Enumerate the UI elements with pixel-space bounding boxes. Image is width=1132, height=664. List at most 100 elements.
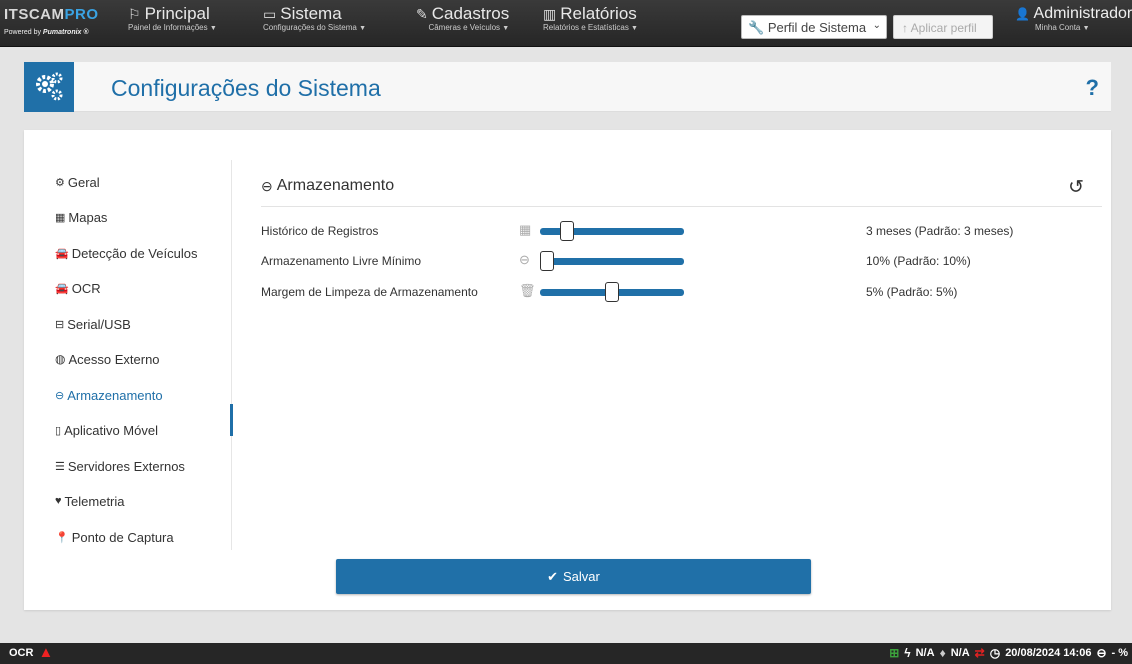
slider-handle[interactable] xyxy=(560,221,574,241)
profile-select-value: Perfil de Sistema xyxy=(767,20,867,35)
car-icon: 🚘 xyxy=(55,247,69,260)
sidebar-item-ponto-captura[interactable]: 📍 Ponto de Captura xyxy=(55,527,174,547)
armazenamento-livre-slider[interactable] xyxy=(540,251,684,271)
gears-icon xyxy=(24,62,74,112)
sidebar-item-label: OCR xyxy=(71,280,101,296)
sidebar-item-label: Ponto de Captura xyxy=(71,529,174,545)
apply-profile-button[interactable]: ↑ Aplicar perfil xyxy=(893,15,993,39)
user-subtitle: Minha Conta xyxy=(1035,23,1081,32)
section-header: ⊖ Armazenamento ↺ xyxy=(261,172,1102,207)
trash-icon: 🗑 xyxy=(519,283,536,298)
nav-relatorios-subtitle: Relatórios e Estatísticas xyxy=(543,23,629,32)
check-icon: ✔ xyxy=(547,568,559,584)
section-title: Armazenamento xyxy=(276,177,395,194)
sidebar-item-label: Aplicativo Móvel xyxy=(64,422,158,438)
server-icon: ☰ xyxy=(55,460,65,473)
map-icon: ▦ xyxy=(55,211,66,224)
sidebar-item-label: Armazenamento xyxy=(67,387,163,403)
setting-value: 10% (Padrão: 10%) xyxy=(866,254,971,268)
margem-limpeza-slider[interactable] xyxy=(540,282,684,302)
status-bar: OCR ▲ ⊞ ϟ N/A ♦ N/A ⇄ ◷ 20/08/2024 14:06… xyxy=(0,643,1132,664)
nav-sistema-title: Sistema xyxy=(280,4,342,23)
bar-chart-icon: ▥ xyxy=(543,6,557,22)
sidebar-item-label: Geral xyxy=(67,174,100,190)
help-icon[interactable]: ? xyxy=(1086,75,1099,101)
setting-row-historico: Histórico de Registros ▦ 3 meses (Padrão… xyxy=(261,221,1102,243)
setting-label: Histórico de Registros xyxy=(261,224,379,238)
nav-sistema-subtitle: Configurações do Sistema xyxy=(263,23,357,32)
slider-handle[interactable] xyxy=(540,251,554,271)
nav-principal[interactable]: ⚐ Principal Painel de Informações ▼ xyxy=(128,5,217,43)
hard-drive-icon: ⊖ xyxy=(519,252,530,267)
sidebar-item-acesso-externo[interactable]: ◍ Acesso Externo xyxy=(55,349,160,369)
caret-down-icon: ▼ xyxy=(502,25,510,32)
mobile-icon: ▯ xyxy=(55,424,62,437)
drop-icon: ♦ xyxy=(939,646,946,660)
arrow-up-icon: ↑ xyxy=(902,21,908,35)
pushpin-icon: 📍 xyxy=(55,531,69,544)
sidebar-item-deteccao-veiculos[interactable]: 🚘 Detecção de Veículos xyxy=(55,243,197,263)
logo-suffix: PRO xyxy=(64,6,99,23)
serial-port-icon: ⊟ xyxy=(55,318,65,331)
hard-drive-icon: ⊖ xyxy=(1096,646,1107,660)
nav-relatorios-title: Relatórios xyxy=(560,4,637,23)
sidebar-item-armazenamento[interactable]: ⊖ Armazenamento xyxy=(55,385,163,405)
save-button-label: Salvar xyxy=(563,569,600,584)
top-navbar: ITSCAMPRO Powered by Pumatronix ® ⚐ Princ… xyxy=(0,0,1132,47)
monitor-icon: ▭ xyxy=(263,6,277,22)
network-icon: ⊞ xyxy=(889,646,900,660)
ocr-status-label: OCR xyxy=(9,647,34,659)
sidebar-item-aplicativo-movel[interactable]: ▯ Aplicativo Móvel xyxy=(55,420,158,440)
slider-handle[interactable] xyxy=(605,282,619,302)
ocr-status[interactable]: OCR ▲ xyxy=(9,644,54,661)
save-button[interactable]: ✔ Salvar xyxy=(336,559,811,594)
sidebar-item-label: Detecção de Veículos xyxy=(71,245,198,261)
powered-by-text: Powered by xyxy=(4,29,43,36)
brand-logo[interactable]: ITSCAMPRO Powered by Pumatronix ® xyxy=(4,4,116,42)
sidebar-item-mapas[interactable]: ▦ Mapas xyxy=(55,207,107,227)
user-icon: 👤 xyxy=(1015,7,1030,21)
historico-slider[interactable] xyxy=(540,221,684,241)
sidebar-item-label: Mapas xyxy=(68,209,108,225)
warning-icon: ▲ xyxy=(38,644,54,661)
slider-track xyxy=(540,258,684,265)
nav-sistema[interactable]: ▭ Sistema Configurações do Sistema ▼ xyxy=(263,5,366,43)
heartbeat-icon: ♥ xyxy=(55,495,62,507)
profile-select[interactable]: 🔧 Perfil de Sistema ⌄ xyxy=(741,15,887,39)
apply-profile-label: Aplicar perfil xyxy=(910,21,977,35)
caret-down-icon: ▼ xyxy=(631,25,638,32)
user-menu[interactable]: 👤 Administrador Minha Conta ▼ xyxy=(1015,5,1132,43)
setting-label: Margem de Limpeza de Armazenamento xyxy=(261,285,478,299)
user-name: Administrador xyxy=(1033,5,1132,22)
chevron-down-icon: ⌄ xyxy=(872,20,881,31)
status-value-1: N/A xyxy=(915,647,935,659)
nav-cadastros-title: Cadastros xyxy=(431,4,510,23)
sidebar-item-ocr[interactable]: 🚘 OCR xyxy=(55,278,101,298)
globe-icon: ◍ xyxy=(55,352,66,366)
sidebar-item-geral[interactable]: ⚙ Geral xyxy=(55,172,100,192)
flag-icon: ⚐ xyxy=(128,6,141,22)
nav-relatorios[interactable]: ▥ Relatórios Relatórios e Estatísticas ▼ xyxy=(543,5,638,43)
status-value-2: N/A xyxy=(950,647,970,659)
page-header: Configurações do Sistema ? xyxy=(24,62,1111,112)
calendar-icon: ▦ xyxy=(519,222,532,237)
edit-icon: ✎ xyxy=(416,6,428,22)
sidebar-item-serial-usb[interactable]: ⊟ Serial/USB xyxy=(55,314,131,334)
settings-panel: ⚙ Geral ▦ Mapas 🚘 Detecção de Veículos 🚘 OCR… xyxy=(24,130,1111,610)
sidebar-item-servidores-externos[interactable]: ☰ Servidores Externos xyxy=(55,456,185,476)
sidebar-item-label: Acesso Externo xyxy=(68,351,160,367)
sidebar-item-label: Serial/USB xyxy=(67,316,131,332)
sidebar-item-label: Servidores Externos xyxy=(67,458,185,474)
hard-drive-icon: ⊖ xyxy=(261,177,273,194)
clock-icon: ◷ xyxy=(989,646,1001,660)
logo-text: ITSCAM xyxy=(4,6,65,23)
caret-down-icon: ▼ xyxy=(209,25,217,32)
sidebar-item-telemetria[interactable]: ♥ Telemetria xyxy=(55,491,125,511)
nav-principal-subtitle: Painel de Informações xyxy=(128,23,208,32)
powered-company: Pumatronix ® xyxy=(42,29,89,36)
exchange-icon: ⇄ xyxy=(974,646,985,660)
nav-cadastros[interactable]: ✎ Cadastros Câmeras e Veículos ▼ xyxy=(416,5,509,43)
setting-value: 3 meses (Padrão: 3 meses) xyxy=(866,224,1014,238)
reset-icon[interactable]: ↺ xyxy=(1068,176,1084,199)
nav-principal-title: Principal xyxy=(144,4,210,23)
